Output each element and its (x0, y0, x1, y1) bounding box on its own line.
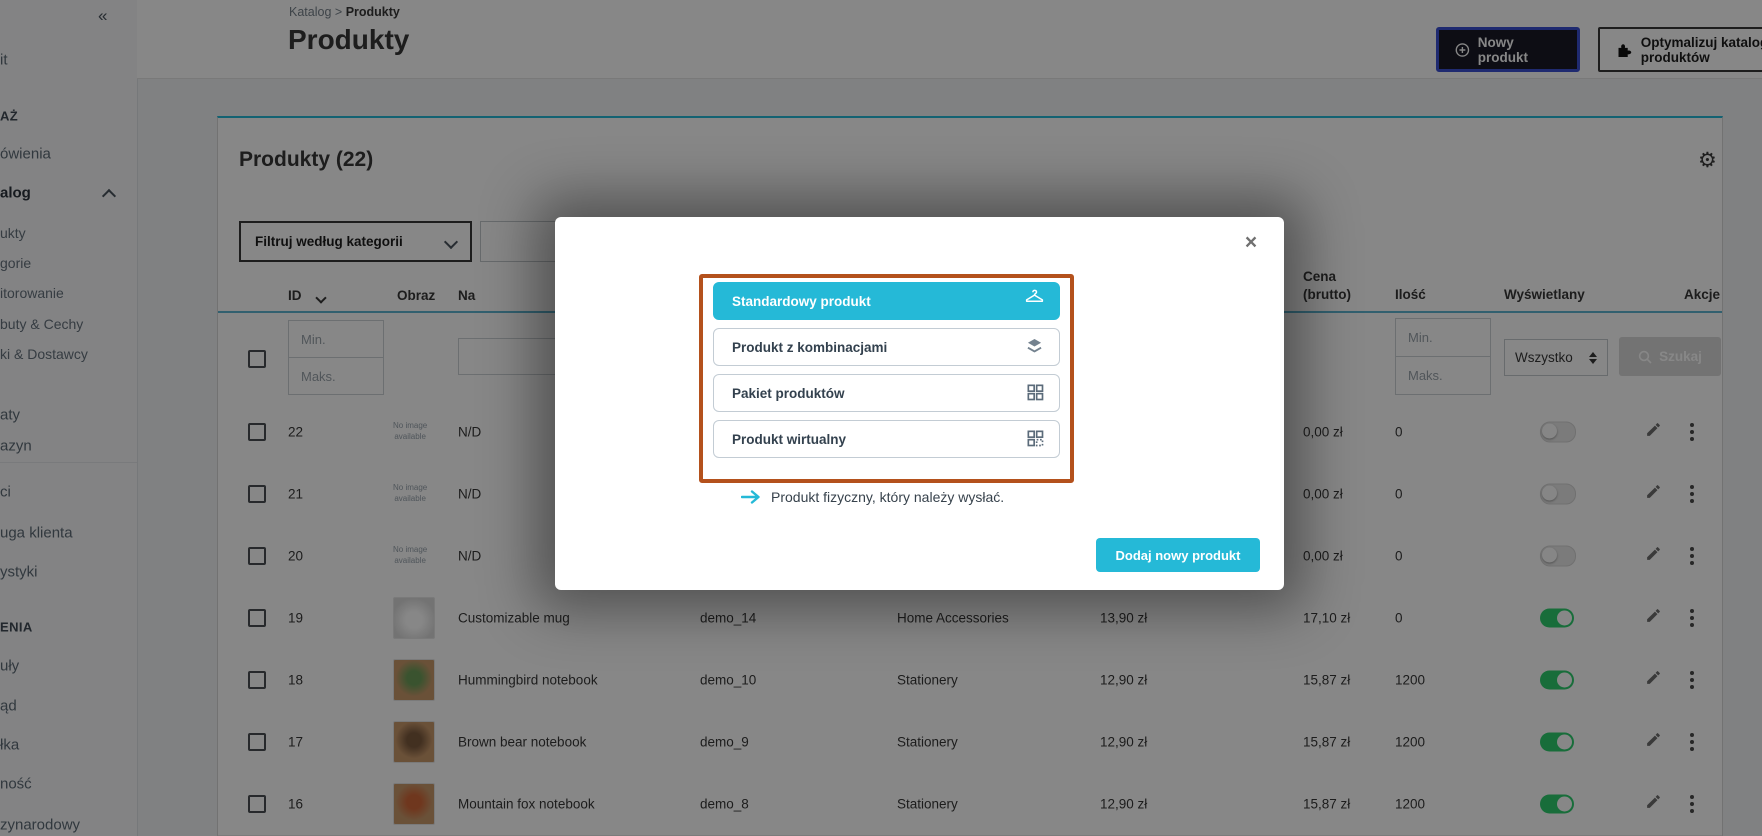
product-type-label: Produkt z kombinacjami (732, 340, 887, 355)
layers-icon (1024, 335, 1045, 359)
product-type-option[interactable]: Produkt z kombinacjami (713, 328, 1060, 366)
arrow-right-icon (741, 489, 761, 505)
product-type-option[interactable]: Standardowy produkt (713, 282, 1060, 320)
product-type-label: Produkt wirtualny (732, 432, 846, 447)
prestashop-products-page: « itAŻówieniaaloguktygorieitorowaniebuty… (0, 0, 1762, 836)
close-icon[interactable]: × (1237, 229, 1265, 257)
product-type-option[interactable]: Produkt wirtualny (713, 420, 1060, 458)
product-type-option[interactable]: Pakiet produktów (713, 374, 1060, 412)
product-type-note-text: Produkt fizyczny, który należy wysłać. (771, 489, 1004, 505)
product-type-group-highlight: Standardowy produkt Produkt z kombinacjam… (699, 274, 1074, 483)
product-type-label: Standardowy produkt (732, 294, 871, 309)
product-type-label: Pakiet produktów (732, 386, 845, 401)
add-new-product-button[interactable]: Dodaj nowy produkt (1096, 538, 1260, 572)
grid-icon (1025, 382, 1045, 405)
grid-virtual-icon (1025, 428, 1045, 451)
hanger-icon (1024, 289, 1045, 313)
product-type-note: Produkt fizyczny, który należy wysłać. (741, 489, 1004, 505)
new-product-modal: × Standardowy produkt Produkt z kombinacj… (555, 217, 1284, 590)
